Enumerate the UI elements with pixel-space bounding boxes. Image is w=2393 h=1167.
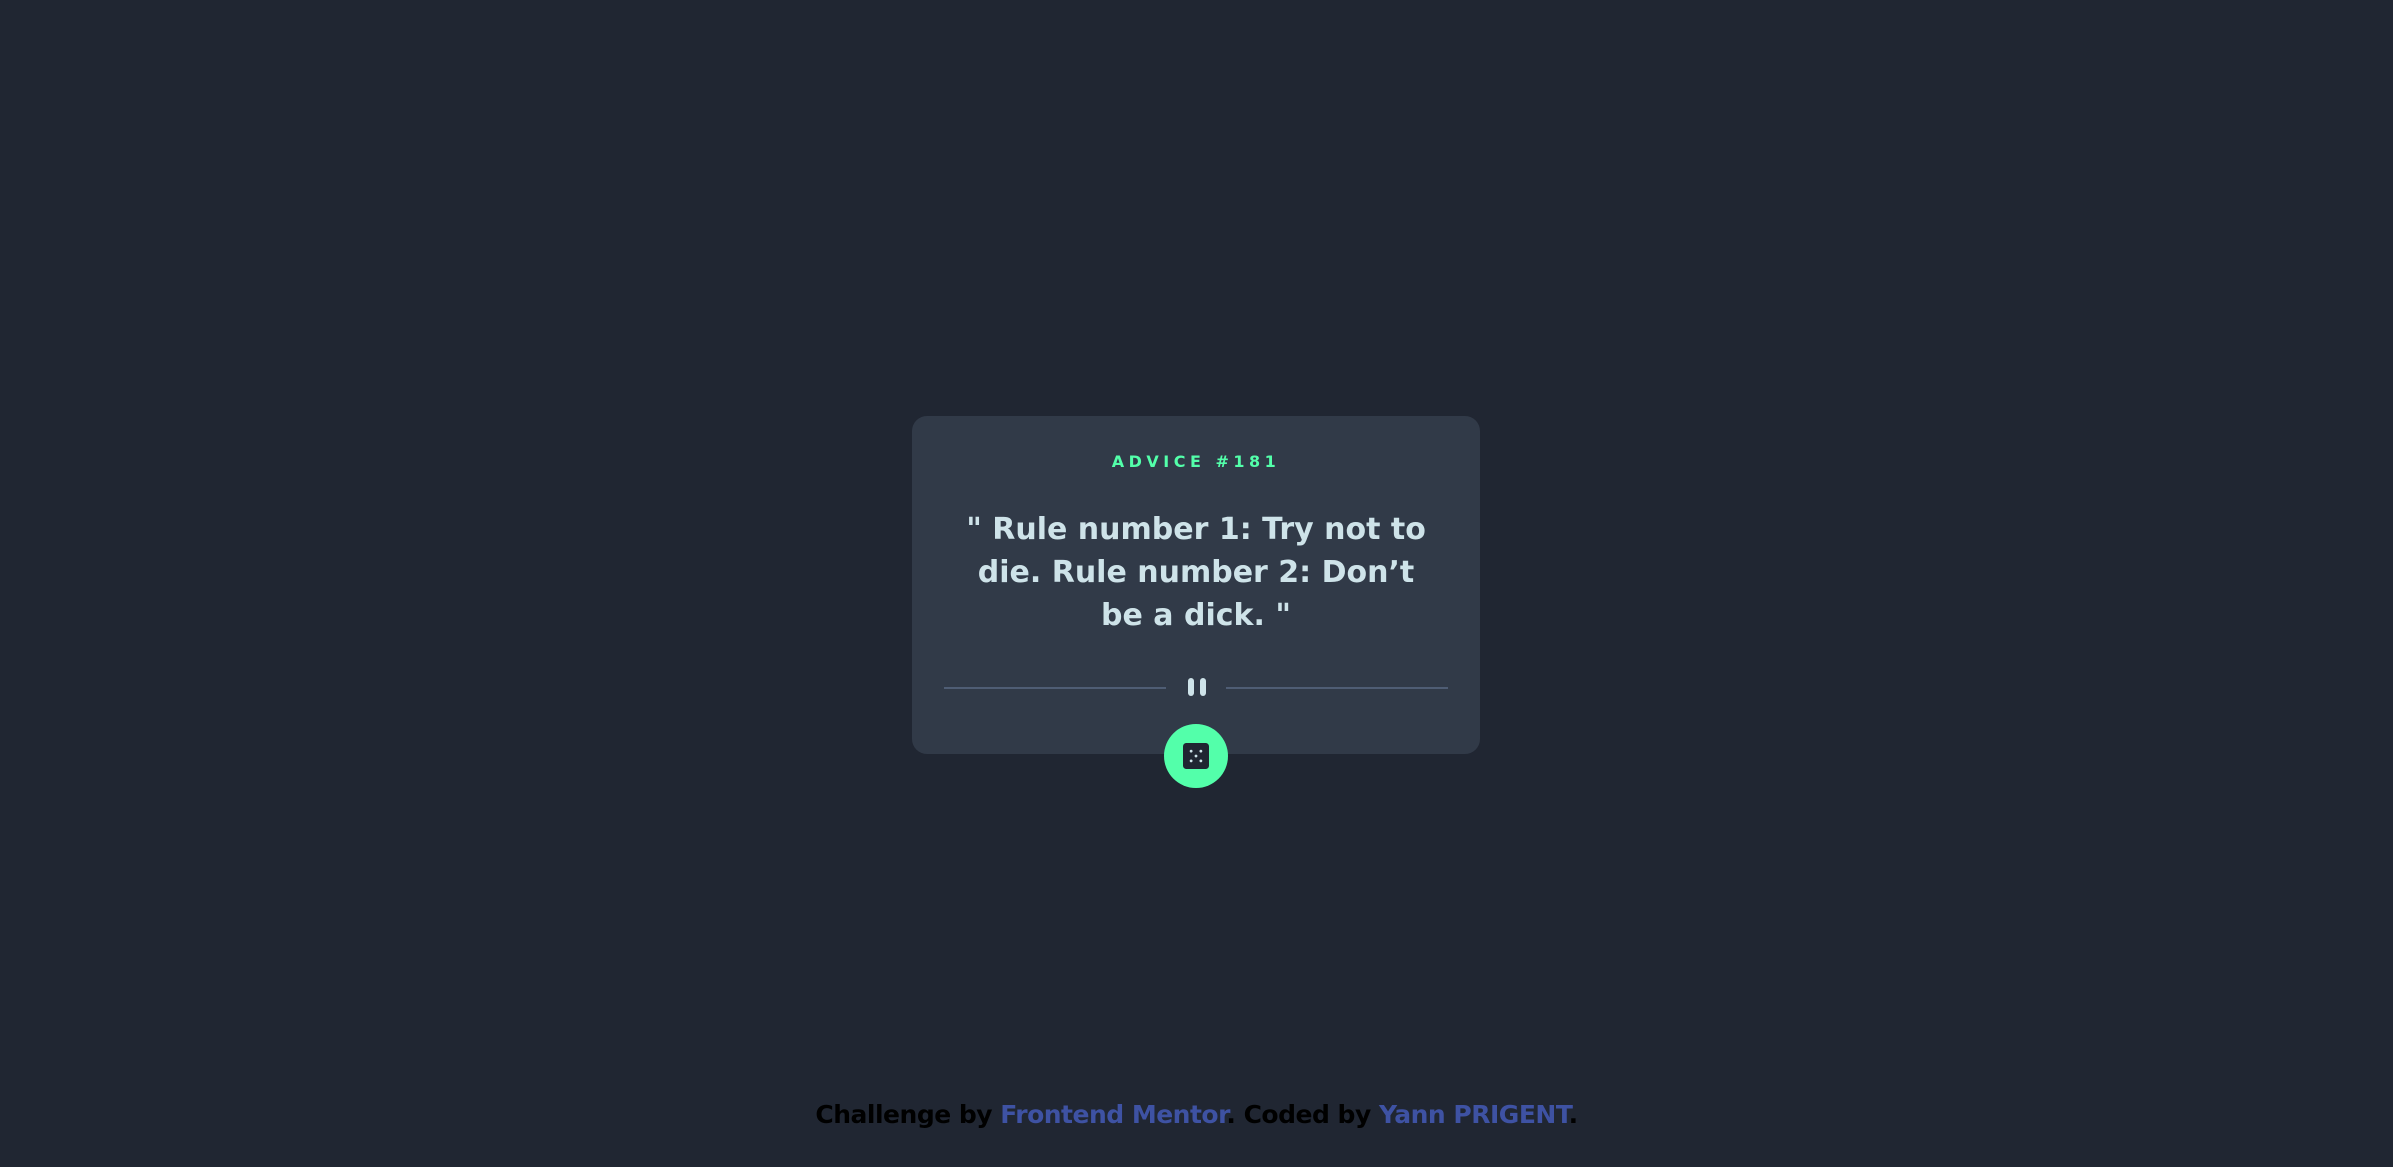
advice-id: ADVICE #181 bbox=[1111, 452, 1281, 471]
pause-bar-right bbox=[1200, 678, 1206, 696]
footer-coded-prefix: . Coded by bbox=[1226, 1100, 1379, 1129]
frontend-mentor-link[interactable]: Frontend Mentor bbox=[1000, 1100, 1227, 1129]
divider-line-left bbox=[944, 687, 1166, 689]
advice-text: " Rule number 1: Try not to die. Rule nu… bbox=[966, 512, 1426, 633]
footer-suffix: . bbox=[1568, 1100, 1579, 1129]
page: ADVICE #181 " Rule number 1: Try not to … bbox=[0, 0, 2393, 1167]
footer: Challenge by Frontend Mentor. Coded by Y… bbox=[0, 1100, 2393, 1129]
pause-bar-left bbox=[1188, 678, 1194, 696]
author-link[interactable]: Yann PRIGENT bbox=[1379, 1100, 1569, 1129]
dice-icon bbox=[1183, 743, 1209, 769]
advice-card: ADVICE #181 " Rule number 1: Try not to … bbox=[912, 416, 1480, 754]
divider bbox=[944, 676, 1448, 700]
pause-icon bbox=[1186, 678, 1206, 698]
dice-button[interactable] bbox=[1164, 724, 1228, 788]
footer-challenge-prefix: Challenge by bbox=[815, 1100, 1001, 1129]
divider-line-right bbox=[1226, 687, 1448, 689]
